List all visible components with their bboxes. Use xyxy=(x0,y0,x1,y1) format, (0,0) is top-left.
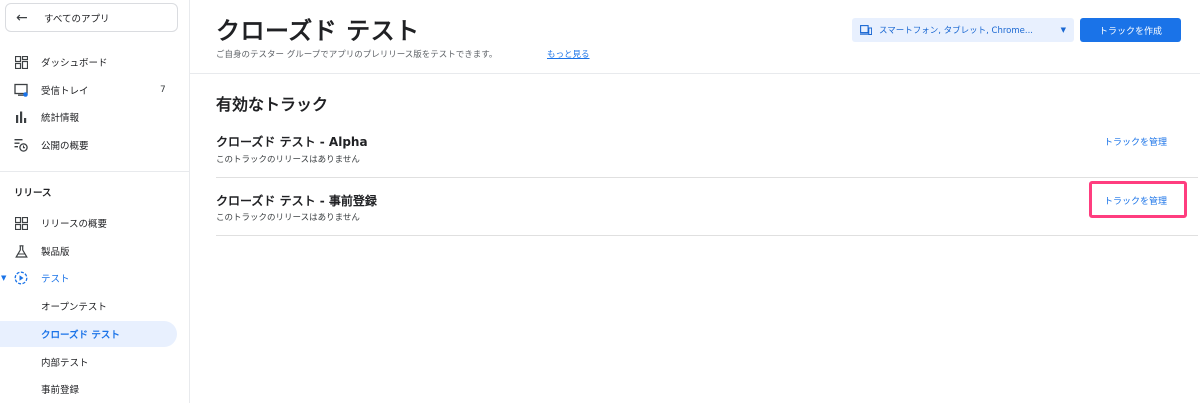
sidebar-item-label: 内部テスト xyxy=(41,358,89,369)
sidebar-item-closed-testing[interactable]: クローズド テスト xyxy=(0,321,177,347)
sidebar-item-label: 統計情報 xyxy=(41,113,80,124)
sidebar-item-dashboard[interactable]: ダッシュボード xyxy=(0,49,177,75)
header-divider xyxy=(190,73,1200,74)
back-label: すべてのアプリ xyxy=(44,13,110,25)
track-subtitle: このトラックのリリースはありません xyxy=(216,213,360,223)
caret-down-icon: ▼ xyxy=(1,274,7,282)
device-filter-dropdown[interactable]: スマートフォン, タブレット, Chrome... ▼ xyxy=(852,18,1074,42)
sidebar-item-label: テスト xyxy=(41,274,70,285)
arrow-left-icon: ← xyxy=(16,9,28,26)
release-section-header: リリース xyxy=(14,188,52,199)
back-to-all-apps-button[interactable]: ← すべてのアプリ xyxy=(5,3,178,32)
caret-down-icon: ▼ xyxy=(1060,26,1066,34)
sidebar-item-open-testing[interactable]: オープンテスト xyxy=(0,293,177,319)
page-title: クローズド テスト xyxy=(216,17,420,45)
sidebar-item-label: ダッシュボード xyxy=(41,58,108,69)
create-track-button[interactable]: トラックを作成 xyxy=(1080,18,1181,42)
testing-icon xyxy=(14,271,28,285)
manage-track-link[interactable]: トラックを管理 xyxy=(1104,135,1167,148)
dashboard-icon xyxy=(14,55,28,69)
sidebar-item-label: 事前登録 xyxy=(41,385,80,396)
learn-more-link[interactable]: もっと見る xyxy=(547,48,590,60)
sidebar: ← すべてのアプリ ダッシュボード 受信トレイ 7 統計情報 公開の概要 リリー… xyxy=(0,0,190,403)
page-description: ご自身のテスター グループでアプリのプレリリース版をテストできます。 xyxy=(216,50,498,60)
inbox-count-badge: 7 xyxy=(160,85,166,95)
sidebar-item-label: リリースの概要 xyxy=(41,219,108,230)
track-name: クローズド テスト - Alpha xyxy=(216,135,368,149)
track-divider xyxy=(216,177,1198,178)
bar-chart-icon xyxy=(14,110,28,124)
track-divider xyxy=(216,235,1198,236)
sidebar-item-release-overview[interactable]: リリースの概要 xyxy=(0,210,177,236)
highlight-annotation-box xyxy=(1089,181,1187,218)
track-name: クローズド テスト - 事前登録 xyxy=(216,194,377,208)
device-filter-label: スマートフォン, タブレット, Chrome... xyxy=(879,26,1033,36)
devices-icon xyxy=(860,24,872,36)
sidebar-divider xyxy=(0,171,190,172)
sidebar-item-label: 公開の概要 xyxy=(41,141,89,152)
sidebar-item-label: 受信トレイ xyxy=(41,86,89,97)
sidebar-item-label: オープンテスト xyxy=(41,302,107,313)
track-row: クローズド テスト - Alpha このトラックのリリースはありません トラック… xyxy=(216,131,1198,171)
sidebar-item-production[interactable]: 製品版 xyxy=(0,238,177,264)
sidebar-item-internal-testing[interactable]: 内部テスト xyxy=(0,349,177,375)
sidebar-item-statistics[interactable]: 統計情報 xyxy=(0,104,177,130)
sidebar-item-label: クローズド テスト xyxy=(41,330,120,341)
release-overview-icon xyxy=(14,216,28,230)
sidebar-item-pre-registration[interactable]: 事前登録 xyxy=(0,376,177,402)
track-row: クローズド テスト - 事前登録 このトラックのリリースはありません トラックを… xyxy=(216,190,1198,230)
production-flask-icon xyxy=(14,244,28,258)
active-tracks-heading: 有効なトラック xyxy=(216,95,329,114)
track-subtitle: このトラックのリリースはありません xyxy=(216,155,360,165)
publishing-overview-icon xyxy=(14,138,28,152)
sidebar-item-publishing-overview[interactable]: 公開の概要 xyxy=(0,132,177,158)
sidebar-item-label: 製品版 xyxy=(41,247,70,258)
sidebar-item-testing[interactable]: ▼ テスト xyxy=(0,265,177,291)
sidebar-item-inbox[interactable]: 受信トレイ 7 xyxy=(0,77,177,103)
inbox-icon xyxy=(14,83,28,97)
